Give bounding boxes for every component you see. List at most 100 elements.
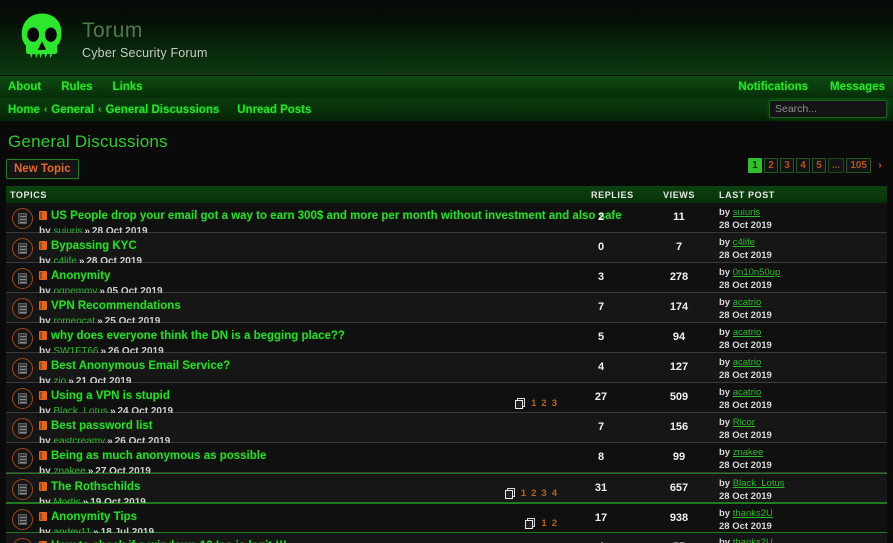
subpage-link[interactable]: 2 bbox=[541, 398, 546, 409]
search-input[interactable] bbox=[769, 100, 887, 118]
last-post-author-link[interactable]: znakee bbox=[733, 447, 764, 458]
new-topic-button[interactable]: New Topic bbox=[6, 159, 79, 179]
last-post-author-link[interactable]: thanks2U bbox=[733, 537, 773, 543]
topic-title-link[interactable]: Being as much anonymous as possible bbox=[51, 450, 266, 462]
topic-unread-flag-icon bbox=[39, 271, 47, 280]
table-row[interactable]: Being as much anonymous as possible by z… bbox=[6, 443, 887, 477]
table-row[interactable]: Anonymity Tips by apdev11»18 Jul 2019 12… bbox=[6, 503, 887, 538]
last-post-date: 28 Oct 2019 bbox=[719, 459, 772, 471]
table-row[interactable]: VPN Recommendations by romeocat» 25 Oct 2… bbox=[6, 293, 887, 327]
topic-title-line: why does everyone think the DN is a begg… bbox=[39, 326, 345, 344]
subpage-link[interactable]: 2 bbox=[552, 518, 557, 529]
breadcrumb-item-general-discussions[interactable]: General Discussions bbox=[105, 104, 219, 116]
pagination-next-icon[interactable]: › bbox=[873, 158, 887, 173]
topic-last-post: by c4life 28 Oct 2019 bbox=[719, 237, 772, 261]
topic-views-count: 99 bbox=[672, 451, 686, 463]
topic-views-count: 938 bbox=[669, 512, 689, 524]
pagination-page-1[interactable]: 1 bbox=[747, 158, 762, 173]
last-post-author-link[interactable]: thanks2U bbox=[733, 508, 773, 519]
unread-posts-link[interactable]: Unread Posts bbox=[237, 104, 311, 116]
table-row[interactable]: Bypassing KYC by c4life» 28 Oct 2019 0 7 … bbox=[6, 233, 887, 267]
topic-title-link[interactable]: Anonymity bbox=[51, 270, 110, 282]
last-post-date: 28 Oct 2019 bbox=[719, 520, 772, 532]
topic-last-post: by thanks2U 28 Oct 2019 bbox=[719, 508, 773, 532]
last-post-author-link[interactable]: 0n10n50up bbox=[733, 267, 781, 278]
pagination-ellipsis: ... bbox=[827, 158, 845, 173]
breadcrumb-item-general[interactable]: General bbox=[51, 104, 94, 116]
topic-views-count: 94 bbox=[672, 331, 686, 343]
topic-unread-flag-icon bbox=[39, 211, 47, 220]
brand-subtitle: Cyber Security Forum bbox=[82, 45, 208, 60]
topic-title-link[interactable]: US People drop your email got a way to e… bbox=[51, 210, 622, 222]
subpage-link[interactable]: 1 bbox=[541, 518, 546, 529]
topic-last-post: by suiuris 28 Oct 2019 bbox=[719, 207, 772, 231]
nav-item-messages[interactable]: Messages bbox=[830, 81, 885, 93]
table-row[interactable]: Best password list by eastcreamy» 26 Oct … bbox=[6, 413, 887, 447]
subpage-link[interactable]: 4 bbox=[552, 488, 557, 499]
topic-title-line: Being as much anonymous as possible bbox=[39, 446, 266, 464]
last-post-author-link[interactable]: suiuris bbox=[733, 207, 760, 218]
pagination: 1 2 3 4 5 ... 105 › bbox=[747, 158, 887, 173]
last-post-date: 28 Oct 2019 bbox=[719, 219, 772, 231]
last-post-author-link[interactable]: acatrio bbox=[733, 357, 762, 368]
last-post-date: 28 Oct 2019 bbox=[719, 490, 772, 502]
pagination-page-4[interactable]: 4 bbox=[795, 158, 810, 173]
topic-title-link[interactable]: VPN Recommendations bbox=[51, 300, 181, 312]
topic-title-link[interactable]: Using a VPN is stupid bbox=[51, 390, 170, 402]
last-post-author-link[interactable]: Black_Lotus bbox=[733, 478, 785, 489]
last-post-author-link[interactable]: c4life bbox=[733, 237, 755, 248]
topic-title-link[interactable]: why does everyone think the DN is a begg… bbox=[51, 330, 345, 342]
nav-item-notifications[interactable]: Notifications bbox=[738, 81, 808, 93]
pagination-page-3[interactable]: 3 bbox=[779, 158, 794, 173]
table-row[interactable]: why does everyone think the DN is a begg… bbox=[6, 323, 887, 357]
logo[interactable] bbox=[8, 7, 76, 69]
table-row[interactable]: US People drop your email got a way to e… bbox=[6, 203, 887, 237]
nav-item-about[interactable]: About bbox=[8, 81, 41, 93]
topic-unread-flag-icon bbox=[39, 331, 47, 340]
topic-last-post: by 0n10n50up 28 Oct 2019 bbox=[719, 267, 781, 291]
topic-replies-count: 17 bbox=[594, 512, 608, 524]
pagination-page-last[interactable]: 105 bbox=[846, 158, 871, 173]
last-post-author-link[interactable]: acatrio bbox=[733, 387, 762, 398]
topic-title-link[interactable]: Bypassing KYC bbox=[51, 240, 137, 252]
subpage-link[interactable]: 3 bbox=[552, 398, 557, 409]
subpage-link[interactable]: 3 bbox=[541, 488, 546, 499]
topic-status-icon bbox=[12, 298, 33, 319]
subpage-link[interactable]: 1 bbox=[531, 398, 536, 409]
topic-title-link[interactable]: Best password list bbox=[51, 420, 153, 432]
topic-views-count: 127 bbox=[669, 361, 689, 373]
topic-title-line: Anonymity Tips bbox=[39, 507, 154, 525]
column-header-replies: REPLIES bbox=[591, 189, 634, 200]
last-post-author-link[interactable]: Ricor bbox=[733, 417, 755, 428]
topic-title-line: Using a VPN is stupid bbox=[39, 386, 173, 404]
pagination-page-5[interactable]: 5 bbox=[811, 158, 826, 173]
subpage-link[interactable]: 2 bbox=[531, 488, 536, 499]
table-row[interactable]: Best Anonymous Email Service? by zio» 21 … bbox=[6, 353, 887, 387]
topic-title-link[interactable]: Best Anonymous Email Service? bbox=[51, 360, 230, 372]
table-row[interactable]: How to check if a windows 10 Iso is legi… bbox=[6, 533, 887, 543]
nav-item-rules[interactable]: Rules bbox=[61, 81, 92, 93]
nav-item-links[interactable]: Links bbox=[113, 81, 143, 93]
topic-views-count: 156 bbox=[669, 421, 689, 433]
pagination-page-2[interactable]: 2 bbox=[763, 158, 778, 173]
topic-last-post: by acatrio 28 Oct 2019 bbox=[719, 297, 772, 321]
topic-replies-count: 31 bbox=[594, 482, 608, 494]
topic-title-line: Bypassing KYC bbox=[39, 236, 142, 254]
last-post-author-link[interactable]: acatrio bbox=[733, 297, 762, 308]
table-row[interactable]: Using a VPN is stupid by Black_Lotus» 24 … bbox=[6, 383, 887, 417]
breadcrumb-item-home[interactable]: Home bbox=[8, 104, 40, 116]
topic-replies-count: 4 bbox=[597, 361, 605, 373]
topic-last-post: by acatrio 28 Oct 2019 bbox=[719, 357, 772, 381]
topic-title-link[interactable]: The Rothschilds bbox=[51, 481, 140, 493]
topic-status-icon bbox=[12, 448, 33, 469]
table-row[interactable]: The Rothschilds by Mortis»19 Oct 2019 12… bbox=[6, 473, 887, 508]
pages-icon bbox=[515, 398, 526, 409]
pages-icon bbox=[504, 488, 516, 499]
subpage-link[interactable]: 1 bbox=[521, 488, 526, 499]
topic-replies-count: 8 bbox=[597, 451, 605, 463]
page-title: General Discussions bbox=[8, 132, 168, 151]
topic-title-link[interactable]: Anonymity Tips bbox=[51, 511, 137, 523]
last-post-author-link[interactable]: acatrio bbox=[733, 327, 762, 338]
last-post-date: 28 Oct 2019 bbox=[719, 309, 772, 321]
table-row[interactable]: Anonymity by ognemmy» 05 Oct 2019 3 278 b… bbox=[6, 263, 887, 297]
